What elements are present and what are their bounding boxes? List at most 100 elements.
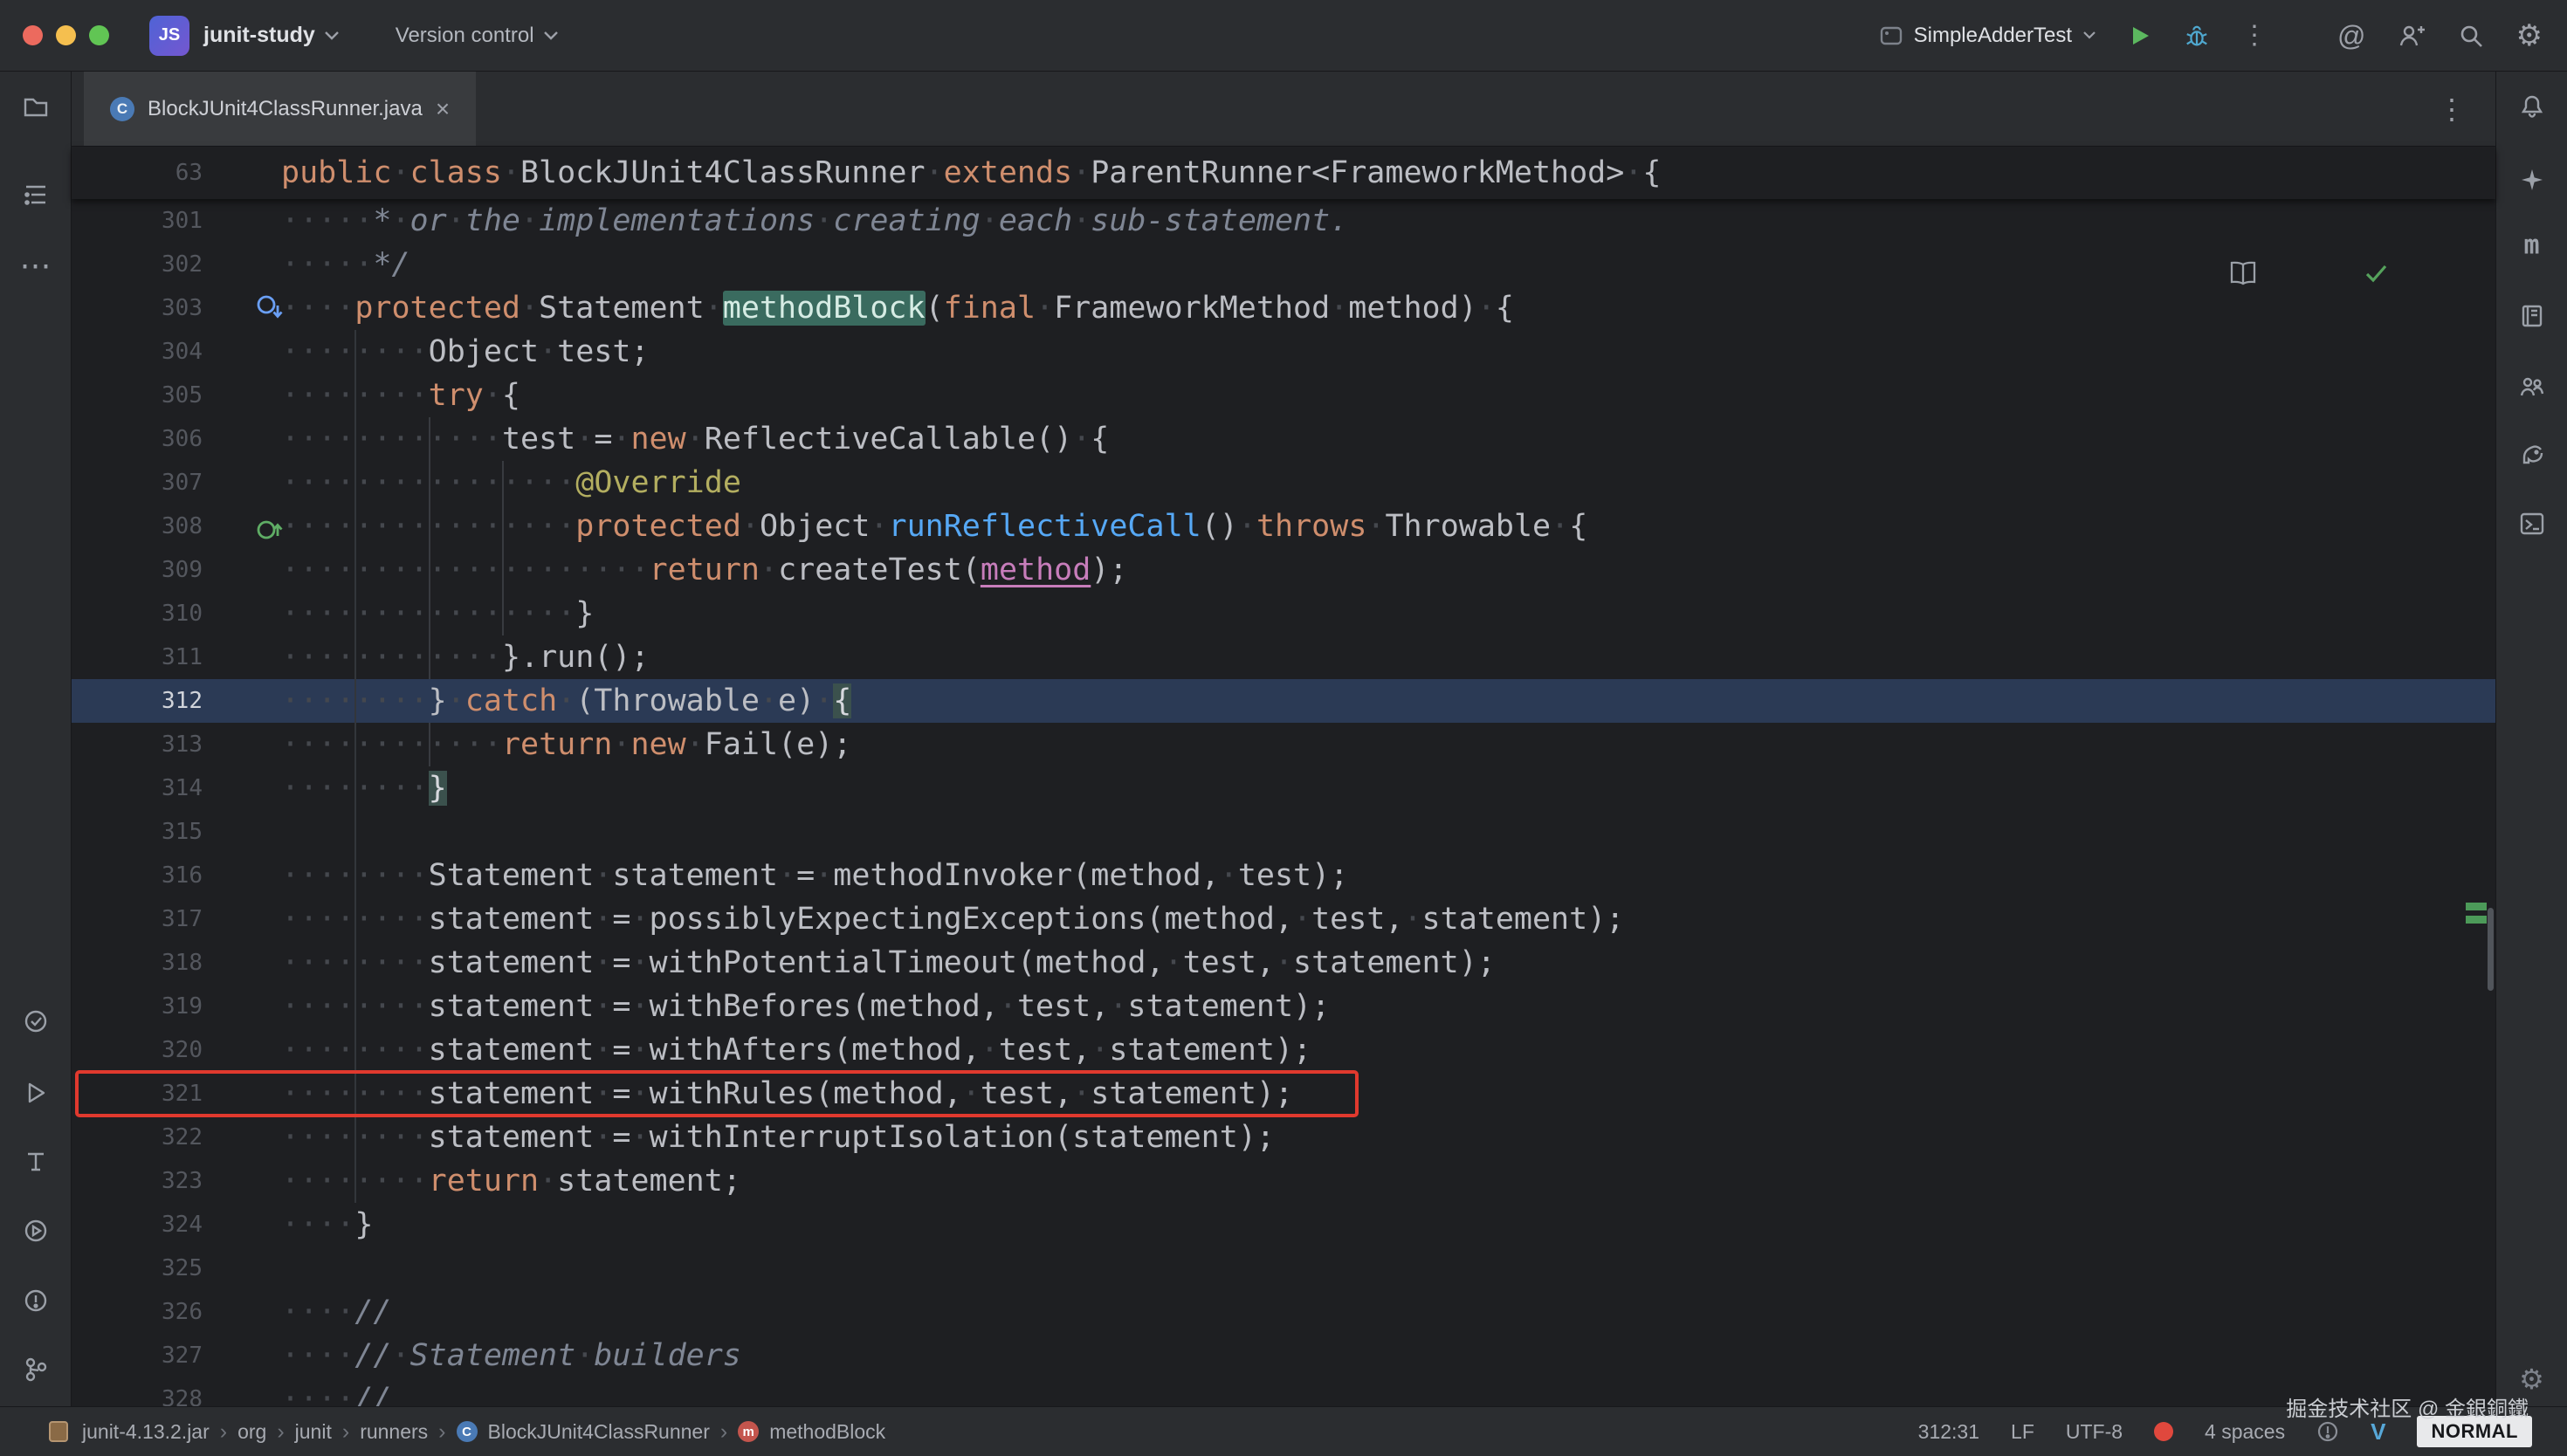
line-number[interactable]: 323 (72, 1159, 203, 1203)
chevron-down-icon[interactable] (324, 31, 340, 41)
code-line-312[interactable]: 312········}·catch·(Throwable·e)·{ (72, 679, 2495, 723)
code-line-314[interactable]: 314········} (72, 766, 2495, 810)
code-line-304[interactable]: 304········Object·test; (72, 330, 2495, 374)
run-tool-window-icon[interactable] (22, 1079, 50, 1107)
services-icon[interactable] (22, 1217, 50, 1245)
line-number[interactable]: 319 (72, 985, 203, 1028)
sticky-header-line[interactable]: 63 public·class·BlockJUnit4ClassRunner·e… (72, 147, 2495, 199)
ideavim-icon[interactable]: V (2371, 1418, 2385, 1446)
run-configuration-selector[interactable]: SimpleAdderTest (1879, 24, 2096, 48)
code-line-303[interactable]: 303····protected·Statement·methodBlock(f… (72, 286, 2495, 330)
code-line-307[interactable]: 307················@Override (72, 461, 2495, 505)
code-line-305[interactable]: 305········try·{ (72, 374, 2495, 417)
inspections-ok-icon[interactable] (2363, 155, 2473, 391)
overridden-method-icon[interactable] (255, 293, 285, 323)
gradle-icon[interactable] (2518, 441, 2546, 469)
scrollbar-usage-mark[interactable] (2466, 916, 2487, 924)
settings-gear-icon[interactable]: ⚙ (2519, 1365, 2544, 1393)
code-line-311[interactable]: 311············}.run(); (72, 635, 2495, 679)
code-line-308[interactable]: 308················protected·Object·runR… (72, 505, 2495, 548)
line-number[interactable]: 324 (72, 1203, 203, 1247)
plugin-indicator-icon[interactable] (2154, 1422, 2173, 1441)
line-number[interactable]: 305 (72, 374, 203, 417)
scrollbar-usage-mark[interactable] (2466, 903, 2487, 910)
breadcrumb-org[interactable]: org (237, 1420, 266, 1444)
line-number[interactable]: 316 (72, 854, 203, 897)
breadcrumb-junit[interactable]: junit (295, 1420, 332, 1444)
breadcrumb-class[interactable]: BlockJUnit4ClassRunner (488, 1420, 710, 1444)
line-number[interactable]: 318 (72, 941, 203, 985)
line-number[interactable]: 315 (72, 810, 203, 854)
more-tool-windows-icon[interactable]: ⋯ (20, 250, 52, 281)
code-line-326[interactable]: 326····// (72, 1290, 2495, 1334)
add-user-icon[interactable] (2398, 22, 2426, 50)
code-line-310[interactable]: 310················} (72, 592, 2495, 635)
ai-assistant-icon[interactable] (2518, 166, 2546, 194)
code-line-324[interactable]: 324····} (72, 1203, 2495, 1247)
line-number[interactable]: 313 (72, 723, 203, 766)
fullscreen-window-button[interactable] (89, 25, 109, 45)
inspections-widget-icon[interactable] (2316, 1420, 2339, 1443)
code-line-313[interactable]: 313············return·new·Fail(e); (72, 723, 2495, 766)
code-line-306[interactable]: 306············test·=·new·ReflectiveCall… (72, 417, 2495, 461)
line-number[interactable]: 326 (72, 1290, 203, 1334)
project-name[interactable]: junit-study (203, 23, 315, 48)
code-line-319[interactable]: 319········statement·=·withBefores(metho… (72, 985, 2495, 1028)
line-number[interactable]: 306 (72, 417, 203, 461)
problems-icon[interactable] (22, 1287, 50, 1315)
code-line-317[interactable]: 317········statement·=·possiblyExpecting… (72, 897, 2495, 941)
encoding-widget[interactable]: UTF-8 (2066, 1420, 2123, 1444)
line-number[interactable]: 312 (72, 679, 203, 723)
search-icon[interactable] (2457, 22, 2485, 50)
line-number[interactable]: 325 (72, 1247, 203, 1290)
notifications-bell-icon[interactable] (2518, 93, 2546, 120)
code-line-301[interactable]: 301·····*·or·the·implementations·creatin… (72, 199, 2495, 243)
breadcrumb-method[interactable]: methodBlock (769, 1420, 885, 1444)
project-avatar[interactable]: JS (149, 16, 189, 56)
mention-icon[interactable]: @ (2337, 22, 2365, 50)
close-tab-icon[interactable]: × (436, 97, 450, 121)
run-button[interactable] (2128, 24, 2152, 48)
line-number[interactable]: 307 (72, 461, 203, 505)
tab-blockjunit4classrunner[interactable]: C BlockJUnit4ClassRunner.java × (84, 72, 476, 146)
code-editor[interactable]: 301·····*·or·the·implementations·creatin… (72, 199, 2495, 1406)
line-number[interactable]: 308 (72, 505, 203, 548)
line-number[interactable]: 328 (72, 1377, 203, 1406)
code-line-320[interactable]: 320········statement·=·withAfters(method… (72, 1028, 2495, 1072)
close-window-button[interactable] (23, 25, 43, 45)
collaboration-icon[interactable] (2518, 373, 2546, 401)
line-separator-widget[interactable]: LF (2011, 1420, 2034, 1444)
line-number[interactable]: 317 (72, 897, 203, 941)
minimize-window-button[interactable] (56, 25, 76, 45)
reader-mode-icon[interactable] (2227, 155, 2337, 391)
line-number[interactable]: 311 (72, 635, 203, 679)
line-number[interactable]: 327 (72, 1334, 203, 1377)
structure-icon[interactable] (22, 181, 50, 209)
more-options-icon[interactable]: ⋮ (2241, 23, 2268, 49)
dependencies-icon[interactable] (2518, 302, 2546, 330)
caret-position-widget[interactable]: 312:31 (1918, 1420, 1979, 1444)
chevron-down-icon[interactable] (543, 31, 559, 41)
version-control-icon[interactable] (22, 1356, 50, 1384)
todo-icon[interactable] (22, 1148, 50, 1176)
indent-widget[interactable]: 4 spaces (2205, 1420, 2285, 1444)
line-number[interactable]: 309 (72, 548, 203, 592)
debug-button[interactable] (2184, 23, 2210, 49)
line-number[interactable]: 320 (72, 1028, 203, 1072)
code-line-318[interactable]: 318········statement·=·withPotentialTime… (72, 941, 2495, 985)
code-line-315[interactable]: 315 (72, 810, 2495, 854)
breadcrumb-jar[interactable]: junit-4.13.2.jar (82, 1420, 210, 1444)
project-folder-icon[interactable] (22, 93, 50, 120)
code-line-325[interactable]: 325 (72, 1247, 2495, 1290)
code-line-309[interactable]: 309····················return·createTest… (72, 548, 2495, 592)
code-line-322[interactable]: 322········statement·=·withInterruptIsol… (72, 1116, 2495, 1159)
line-number[interactable]: 322 (72, 1116, 203, 1159)
tab-options-icon[interactable]: ⋮ (2438, 93, 2466, 126)
overriding-method-icon[interactable] (255, 512, 285, 541)
code-line-327[interactable]: 327····//·Statement·builders (72, 1334, 2495, 1377)
code-line-302[interactable]: 302·····*/ (72, 243, 2495, 286)
code-line-316[interactable]: 316········Statement·statement·=·methodI… (72, 854, 2495, 897)
breadcrumb-runners[interactable]: runners (360, 1420, 428, 1444)
line-number[interactable]: 314 (72, 766, 203, 810)
settings-gear-icon[interactable]: ⚙ (2516, 21, 2543, 51)
